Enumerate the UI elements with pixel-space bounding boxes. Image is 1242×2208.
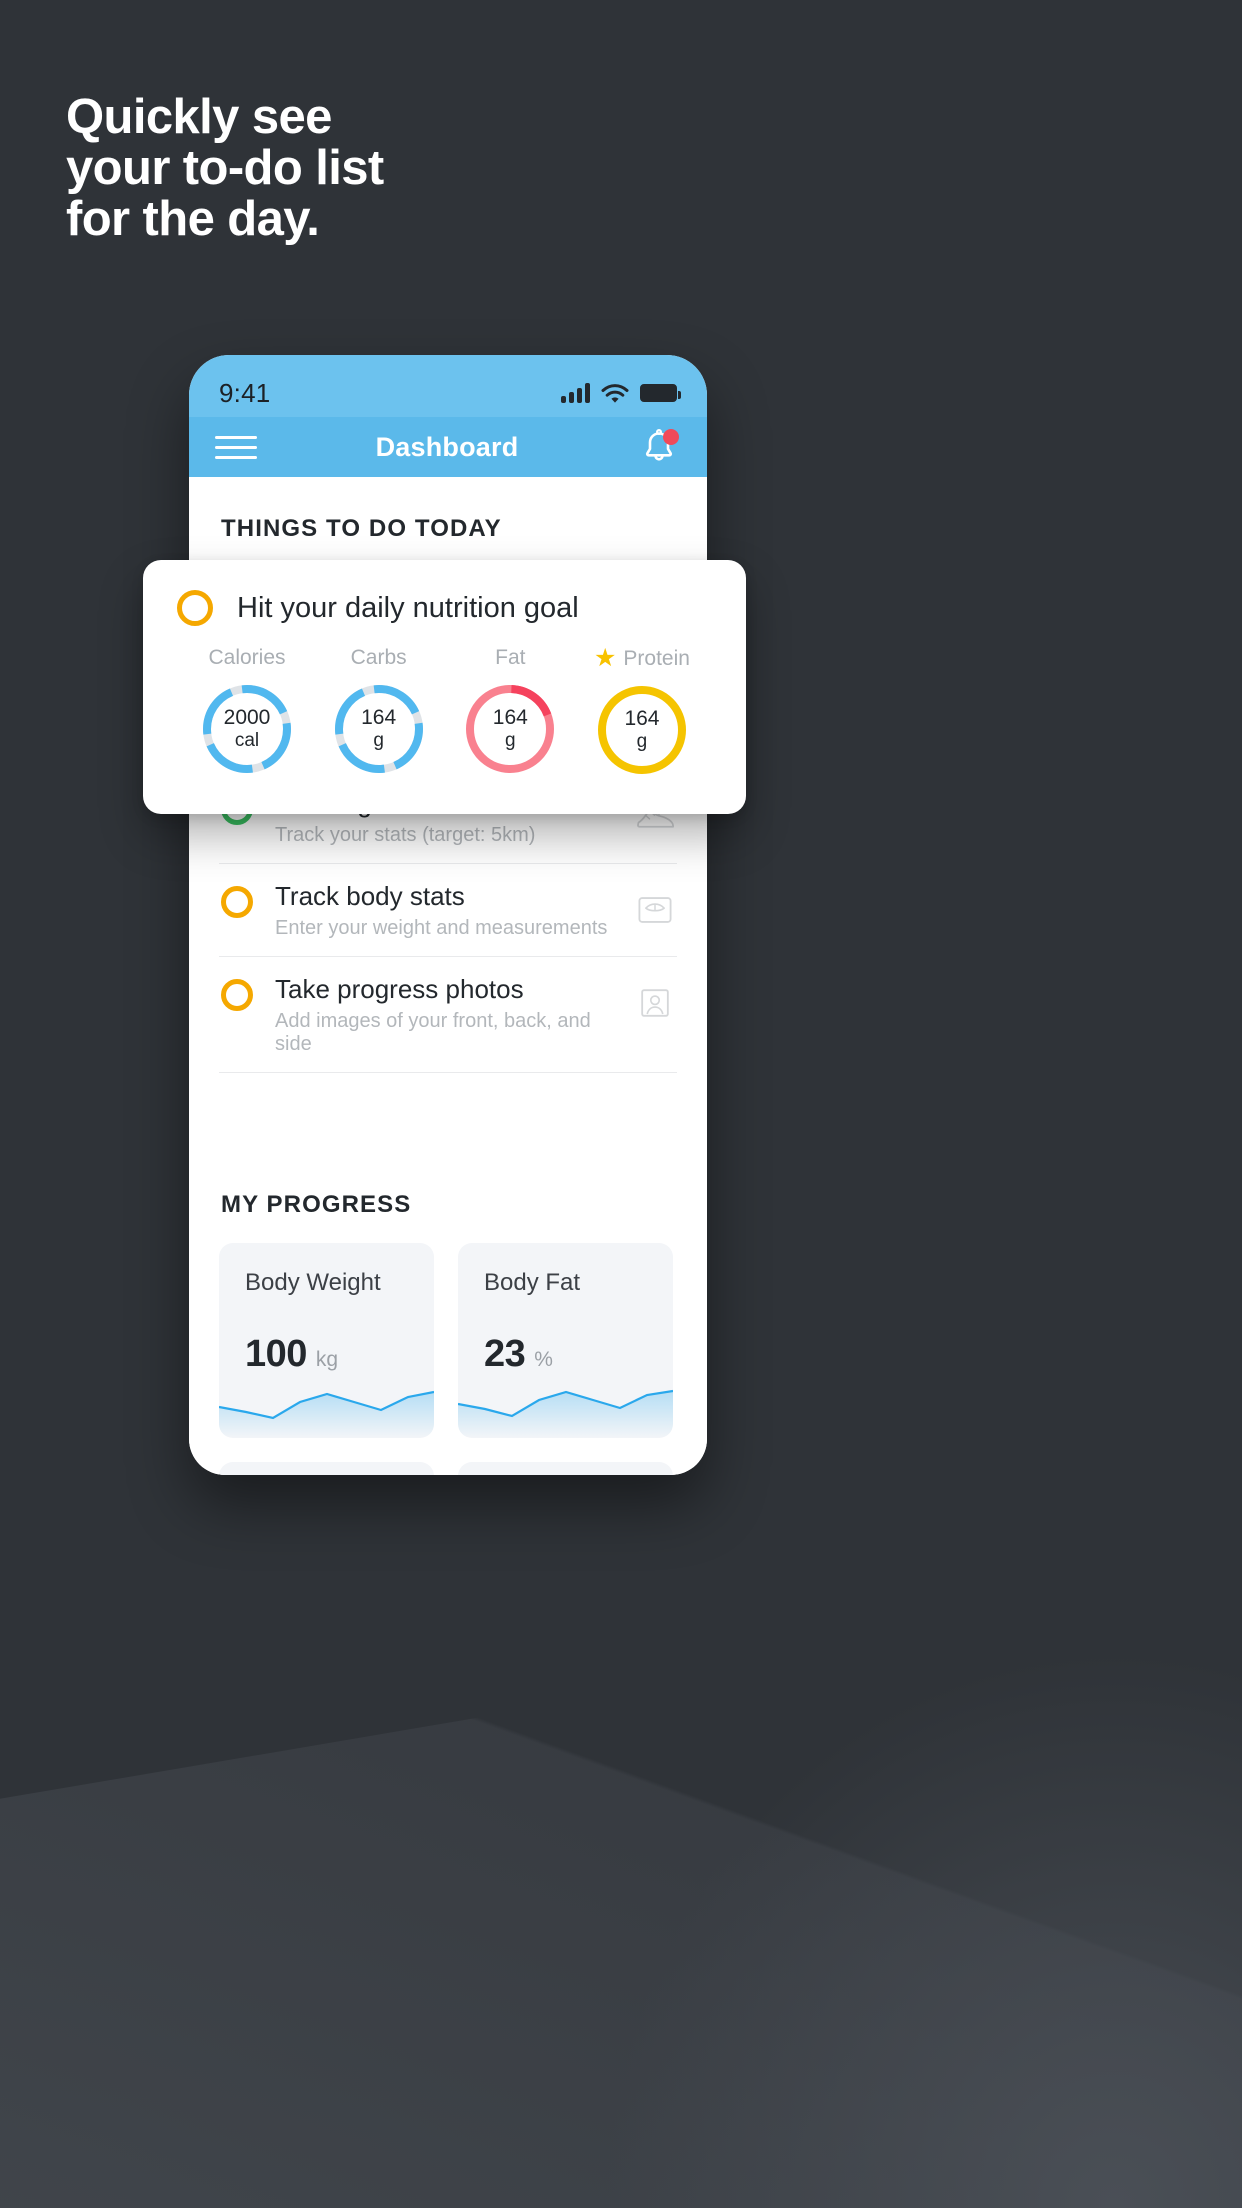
body-weight-sparkline <box>219 1390 434 1438</box>
hamburger-menu-icon[interactable] <box>215 435 257 459</box>
progress-card-title: Body Weight <box>245 1269 381 1296</box>
status-bar-indicators <box>561 383 681 404</box>
progress-card-number: 23 <box>484 1333 526 1375</box>
task-subtitle: Track your stats (target: 5km) <box>275 824 536 846</box>
progress-card-number: 100 <box>245 1333 307 1375</box>
macro-value: 164 <box>624 707 660 730</box>
task-checkbox[interactable] <box>221 886 253 918</box>
macro-carbs[interactable]: Carbs 164 g <box>315 646 443 779</box>
protein-donut: 164 g <box>593 681 691 779</box>
macro-label: Fat <box>495 646 526 669</box>
body-fat-sparkline <box>458 1389 673 1438</box>
app-bar: Dashboard <box>189 417 707 477</box>
calories-donut-text: 2000 cal <box>198 680 296 778</box>
macro-unit: g <box>373 730 384 751</box>
task-text: Take progress photos Add images of your … <box>275 973 611 1056</box>
macro-label-row: Calories <box>183 646 311 670</box>
things-to-do-heading: THINGS TO DO TODAY <box>221 515 502 542</box>
nutrition-task-checkbox[interactable] <box>177 590 213 626</box>
macro-calories[interactable]: Calories 2000 cal <box>183 646 311 779</box>
progress-card-placeholder[interactable] <box>219 1462 434 1475</box>
task-title: Track body stats <box>275 881 465 911</box>
carbs-donut-text: 164 g <box>330 680 428 778</box>
macro-value: 2000 <box>223 706 271 729</box>
fat-donut: 164 g <box>461 680 559 778</box>
progress-card-title: Body Fat <box>484 1269 581 1296</box>
nutrition-card-title: Hit your daily nutrition goal <box>237 591 579 624</box>
status-bar-clock: 9:41 <box>219 377 271 408</box>
status-bar: 9:41 <box>189 355 707 417</box>
nutrition-card-header: Hit your daily nutrition goal <box>177 590 712 626</box>
macro-label-row: Carbs <box>315 646 443 670</box>
things-to-do-list: Running Track your stats (target: 5km) T… <box>189 771 707 1073</box>
headline-line-2: your to-do list <box>66 141 384 195</box>
macro-label-row: ★ Protein <box>578 646 706 671</box>
background-glow <box>602 1648 1242 2208</box>
macro-ring-list: Calories 2000 cal Carbs 164 g Fat 164 g … <box>177 646 712 779</box>
calories-donut: 2000 cal <box>198 680 296 778</box>
macro-unit: cal <box>234 730 260 751</box>
list-item[interactable]: Track body stats Enter your weight and m… <box>219 864 677 957</box>
headline-line-3: for the day. <box>66 192 320 246</box>
task-title: Take progress photos <box>275 974 524 1004</box>
task-text: Track body stats Enter your weight and m… <box>275 880 611 940</box>
macro-fat[interactable]: Fat 164 g <box>446 646 574 779</box>
star-icon: ★ <box>593 644 617 672</box>
promo-headline: Quickly see your to-do list for the day. <box>66 92 384 245</box>
phone-mockup: 9:41 Dashboard THINGS TO DO TODAY Track … <box>189 355 707 1475</box>
macro-value: 164 <box>492 706 528 729</box>
list-item[interactable]: Take progress photos Add images of your … <box>219 957 677 1073</box>
notifications-button[interactable] <box>637 425 681 469</box>
progress-card-unit: kg <box>315 1348 339 1371</box>
progress-photo-icon <box>641 989 669 1017</box>
cellular-signal-icon <box>561 383 590 403</box>
headline-line-1: Quickly see <box>66 90 332 144</box>
protein-donut-text: 164 g <box>593 681 691 779</box>
progress-card-body-fat[interactable]: Body Fat 23 % <box>458 1243 673 1438</box>
wifi-icon <box>601 383 629 403</box>
fat-donut-text: 164 g <box>461 680 559 778</box>
task-subtitle: Add images of your front, back, and side <box>275 1010 591 1055</box>
progress-card-placeholder[interactable] <box>458 1462 673 1475</box>
macro-label: Carbs <box>350 646 407 669</box>
nutrition-goal-card[interactable]: Hit your daily nutrition goal Calories 2… <box>143 560 746 814</box>
macro-label-row: Fat <box>446 646 574 670</box>
progress-card-value: 23 % <box>484 1333 553 1376</box>
task-checkbox[interactable] <box>221 979 253 1011</box>
notification-badge <box>662 429 679 445</box>
my-progress-cards: Body Weight 100 kg Body Fat 23 % <box>189 1219 707 1475</box>
carbs-donut: 164 g <box>330 680 428 778</box>
macro-label: Protein <box>623 646 690 670</box>
progress-card-unit: % <box>534 1348 553 1371</box>
progress-card-body-weight[interactable]: Body Weight 100 kg <box>219 1243 434 1438</box>
macro-value: 164 <box>361 706 397 729</box>
weight-scale-icon <box>638 897 672 923</box>
macro-unit: g <box>636 731 648 752</box>
macro-unit: g <box>505 730 516 751</box>
battery-full-icon <box>640 384 681 402</box>
task-subtitle: Enter your weight and measurements <box>275 917 608 939</box>
page-title: Dashboard <box>375 431 519 462</box>
my-progress-heading: MY PROGRESS <box>221 1191 412 1218</box>
macro-protein[interactable]: ★ Protein 164 g <box>578 646 706 779</box>
progress-card-value: 100 kg <box>245 1333 338 1376</box>
screenshot-stage: Quickly see your to-do list for the day.… <box>0 0 1242 2208</box>
macro-label: Calories <box>208 646 286 669</box>
